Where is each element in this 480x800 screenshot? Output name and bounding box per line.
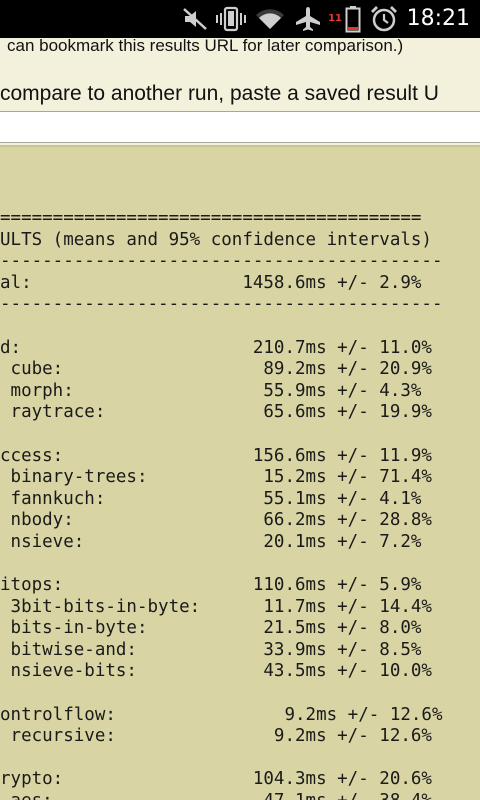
alarm-icon [368, 5, 400, 33]
result-line: al: 1458.6ms +/- 2.9% [0, 272, 422, 293]
status-bar: 11 18:21 [0, 0, 480, 38]
volume-muted-icon [180, 5, 210, 33]
result-line: bits-in-byte: 21.5ms +/- 8.0% [0, 618, 422, 639]
compare-prompt-text: compare to another run, paste a saved re… [0, 82, 439, 105]
result-line: ----------------------------------------… [0, 294, 443, 315]
result-line [0, 554, 443, 576]
result-line: fannkuch: 55.1ms +/- 4.1% [0, 488, 422, 509]
results-text-block: ========================================… [0, 208, 443, 800]
result-line: bitwise-and: 33.9ms +/- 8.5% [0, 639, 422, 660]
result-line: d: 210.7ms +/- 11.0% [0, 337, 432, 358]
result-line: ======================================== [0, 208, 422, 228]
vibrate-icon [214, 5, 248, 33]
battery-icon: 11 [328, 5, 362, 33]
results-panel: ========================================… [0, 145, 480, 800]
result-line: aes: 47.1ms +/- 38.4% [0, 791, 443, 800]
result-line: itops: 110.6ms +/- 5.9% [0, 575, 422, 596]
result-line: nsieve-bits: 43.5ms +/- 10.0% [0, 661, 432, 682]
result-line: ULTS (means and 95% confidence intervals… [0, 229, 432, 250]
result-line: raytrace: 65.6ms +/- 19.9% [0, 402, 432, 423]
result-line: ----------------------------------------… [0, 251, 443, 272]
result-line: ccess: 156.6ms +/- 11.9% [0, 445, 432, 466]
result-line: morph: 55.9ms +/- 4.3% [0, 380, 422, 401]
wifi-icon [254, 5, 286, 33]
result-line: 3bit-bits-in-byte: 11.7ms +/- 14.4% [0, 596, 432, 617]
clock-time: 18:21 [406, 6, 470, 31]
result-line: nsieve: 20.1ms +/- 7.2% [0, 531, 422, 552]
result-line [0, 424, 443, 446]
battery-level-text: 11 [328, 13, 342, 24]
browser-screen: 11 18:21 can bookmark this results URL f… [0, 0, 480, 800]
result-line: nbody: 66.2ms +/- 28.8% [0, 510, 432, 531]
result-line: binary-trees: 15.2ms +/- 71.4% [0, 467, 432, 488]
result-line [0, 683, 443, 705]
result-line: rypto: 104.3ms +/- 20.6% [0, 769, 432, 790]
airplane-mode-icon [292, 5, 324, 33]
result-line: recursive: 9.2ms +/- 12.6% [0, 726, 432, 747]
result-line: cube: 89.2ms +/- 20.9% [0, 359, 432, 380]
result-line [0, 316, 443, 338]
compare-result-input[interactable] [0, 111, 480, 143]
result-line: ontrolflow: 9.2ms +/- 12.6% [0, 704, 443, 725]
result-line [0, 748, 443, 770]
bookmark-note-text: can bookmark this results URL for later … [7, 38, 404, 55]
page-header-section: can bookmark this results URL for later … [0, 38, 480, 145]
